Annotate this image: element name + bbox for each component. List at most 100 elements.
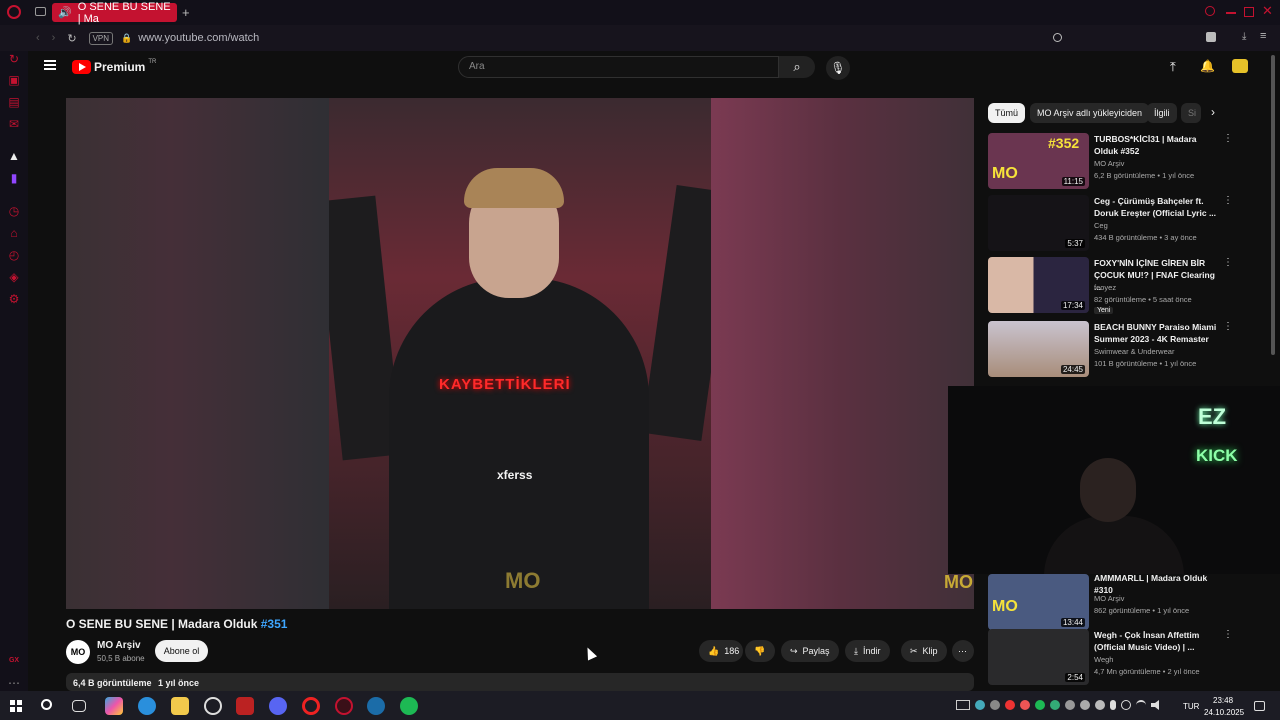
thumbnail[interactable]: 24:45 <box>988 321 1089 377</box>
download-button[interactable]: ⤓ İndir <box>845 640 890 662</box>
more-actions-button[interactable]: ⋯ <box>952 640 974 662</box>
twitch-icon[interactable]: ▮ <box>7 171 21 185</box>
steam-icon[interactable] <box>367 697 385 715</box>
opera-gx-icon[interactable] <box>335 697 353 715</box>
tab-active[interactable]: 🔊 O SENE BU SENE | Ma <box>52 1 177 25</box>
more-sidebar-icon[interactable]: ⋯ <box>7 676 21 690</box>
cube-icon[interactable]: ◈ <box>7 270 21 284</box>
thumbnail[interactable]: 5:37 <box>988 195 1089 251</box>
zoom-icon[interactable] <box>1053 33 1062 42</box>
rec-title[interactable]: Ceg - Çürümüş Bahçeler ft. Doruk Ereşter… <box>1094 195 1219 219</box>
kebab-menu-icon[interactable]: ⋮ <box>1223 195 1233 206</box>
forward-icon[interactable]: › <box>52 32 56 44</box>
notifications-icon[interactable]: 🔔 <box>1200 59 1215 73</box>
task-view-icon[interactable] <box>72 700 86 712</box>
url-text[interactable]: www.youtube.com/watch <box>138 32 259 44</box>
voice-search-button[interactable]: 🎙 <box>826 56 850 80</box>
gamepad-icon[interactable]: ▤ <box>7 95 21 109</box>
tray-app-icon[interactable] <box>990 700 1000 710</box>
gx-badge[interactable]: GX <box>7 654 21 668</box>
rec-channel[interactable]: feoyez <box>1094 283 1116 292</box>
search-taskbar-icon[interactable] <box>41 699 52 710</box>
mail-icon[interactable]: ✉ <box>7 117 21 131</box>
list-item[interactable]: 2:54 Wegh - Çok İnsan Affettim (Official… <box>988 629 1268 687</box>
clock-time[interactable]: 23:48 <box>1213 696 1233 705</box>
search-tabs-icon[interactable] <box>1205 6 1215 16</box>
bag-icon[interactable]: ▣ <box>7 73 21 87</box>
rec-title[interactable]: AMMMARLL | Madara Olduk #310 <box>1094 572 1219 596</box>
like-button[interactable]: 👍 186 <box>699 640 743 662</box>
chip-all[interactable]: Tümü <box>988 103 1026 123</box>
description-box[interactable]: 6,4 B görüntüleme 1 yıl önce <box>66 673 974 691</box>
share-button[interactable]: ↪ Paylaş <box>781 640 839 662</box>
dislike-button[interactable]: 👎 <box>745 640 775 662</box>
chip-related[interactable]: İlgili <box>1147 103 1177 123</box>
wifi-icon[interactable] <box>1136 700 1146 710</box>
opera-icon[interactable] <box>302 697 320 715</box>
rec-title[interactable]: BEACH BUNNY Paraiso Miami Summer 2023 - … <box>1094 321 1219 345</box>
language-indicator[interactable]: TUR <box>1183 702 1199 711</box>
copilot-icon[interactable] <box>105 697 123 715</box>
discord-icon[interactable] <box>269 697 287 715</box>
arrow-icon[interactable]: ▲ <box>7 149 21 163</box>
chevron-right-icon[interactable]: › <box>1211 105 1215 119</box>
thumbnail[interactable]: MO 13:44 <box>988 574 1089 630</box>
tab-switcher-icon[interactable] <box>35 7 46 16</box>
thumbnail[interactable]: #352 MO 11:15 <box>988 133 1089 189</box>
settings-icon[interactable]: ⚙ <box>7 292 21 306</box>
chip-from-uploader[interactable]: MO Arşiv adlı yükleyiciden <box>1030 103 1150 123</box>
rec-channel[interactable]: Wegh <box>1094 655 1113 664</box>
history-icon[interactable]: ⌂ <box>7 226 21 240</box>
app-icon[interactable] <box>204 697 222 715</box>
chip-more[interactable]: Si <box>1181 103 1201 123</box>
mic-tray-icon[interactable] <box>1110 700 1116 710</box>
kebab-menu-icon[interactable]: ⋮ <box>1223 133 1233 144</box>
opera-logo-icon[interactable] <box>7 5 21 19</box>
search-button[interactable]: ⌕ <box>779 56 815 78</box>
list-item[interactable]: 17:34 FOXY'NİN İÇİNE GİREN BİR ÇOCUK MU!… <box>988 257 1268 315</box>
notification-center-icon[interactable] <box>1254 701 1265 711</box>
close-button[interactable]: ✕ <box>1262 3 1273 19</box>
clip-button[interactable]: ✂ Klip <box>901 640 947 662</box>
extensions-icon[interactable] <box>1206 32 1216 42</box>
tray-app-icon[interactable] <box>1035 700 1045 710</box>
reload-icon[interactable]: ↻ <box>67 32 76 45</box>
kebab-menu-icon[interactable]: ⋮ <box>1223 321 1233 332</box>
tray-app-icon[interactable] <box>1095 700 1105 710</box>
tray-app-icon[interactable] <box>975 700 985 710</box>
back-icon[interactable]: ‹ <box>36 32 40 44</box>
new-tab-button[interactable]: + <box>182 5 190 20</box>
video-player[interactable]: KAYBETTİKLERİ xferss MO MO <box>66 98 974 609</box>
rec-channel[interactable]: MO Arşiv <box>1094 594 1124 603</box>
rec-channel[interactable]: MO Arşiv <box>1094 159 1124 168</box>
clock-icon[interactable]: ◷ <box>7 204 21 218</box>
minimize-button[interactable] <box>1226 12 1236 14</box>
kebab-menu-icon[interactable]: ⋮ <box>1223 257 1233 268</box>
subscribe-button[interactable]: Abone ol <box>155 640 208 662</box>
upload-icon[interactable]: ⤒ <box>1170 59 1176 75</box>
menu-icon[interactable]: ≡ <box>1260 30 1266 42</box>
tray-app-icon[interactable] <box>1080 700 1090 710</box>
refresh-sidebar-icon[interactable]: ↻ <box>7 52 21 66</box>
file-explorer-icon[interactable] <box>171 697 189 715</box>
scrollbar[interactable] <box>1271 55 1275 355</box>
tray-app-icon[interactable] <box>1005 700 1015 710</box>
rec-channel[interactable]: Ceg <box>1094 221 1108 230</box>
list-item[interactable]: 5:37 Ceg - Çürümüş Bahçeler ft. Doruk Er… <box>988 195 1268 253</box>
keyboard-icon[interactable] <box>956 700 970 710</box>
channel-watermark[interactable]: MO <box>944 572 973 593</box>
video-hashtag[interactable]: #351 <box>261 617 288 631</box>
headset-icon[interactable] <box>1121 700 1131 710</box>
thumbnail[interactable]: 17:34 <box>988 257 1089 313</box>
list-item[interactable]: #352 MO 11:15 TURBOS*KİCİ31 | Madara Old… <box>988 133 1268 191</box>
start-button[interactable] <box>10 700 22 712</box>
rec-channel[interactable]: Swimwear & Underwear <box>1094 347 1174 356</box>
video-app-icon[interactable] <box>236 697 254 715</box>
kebab-menu-icon[interactable]: ⋮ <box>1223 629 1233 640</box>
list-item[interactable]: MO 13:44 AMMMARLL | Madara Olduk #310 MO… <box>988 572 1268 632</box>
tray-icons[interactable] <box>956 700 1176 712</box>
maximize-button[interactable] <box>1244 7 1254 17</box>
recent-icon[interactable]: ◴ <box>7 248 21 262</box>
channel-name[interactable]: MO Arşiv <box>97 640 141 651</box>
avatar[interactable] <box>1232 59 1248 73</box>
